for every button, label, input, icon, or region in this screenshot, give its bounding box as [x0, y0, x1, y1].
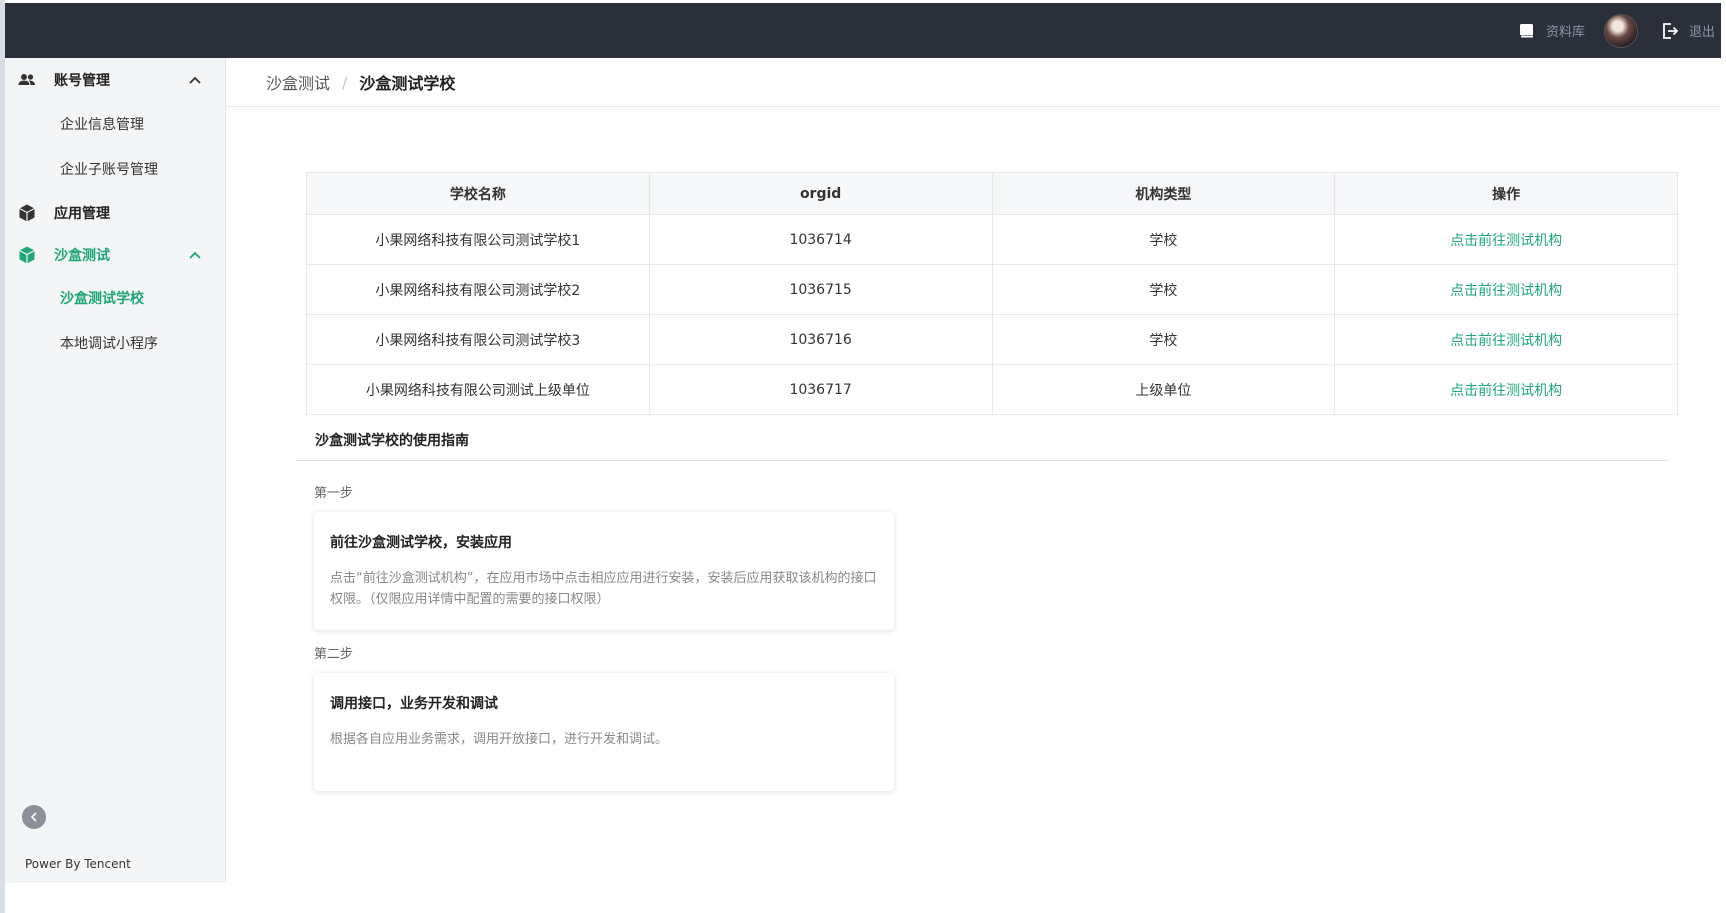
sidebar-item-sandbox-school[interactable]: 沙盒测试学校	[5, 276, 225, 320]
table-row: 小果网络科技有限公司测试学校3 1036716 学校 点击前往测试机构	[306, 314, 1678, 365]
step-card-title: 前往沙盒测试学校，安装应用	[330, 535, 512, 551]
org-type-cell: 学校	[991, 314, 1336, 365]
org-type-cell: 上级单位	[991, 364, 1336, 415]
docs-label: 资料库	[1545, 25, 1585, 40]
sidebar-item-local-debug[interactable]: 本地调试小程序	[5, 321, 225, 365]
table-header-row: 学校名称 orgid 机构类型 操作	[306, 172, 1678, 215]
sidebar-group-label: 沙盒测试	[54, 248, 110, 264]
step-card-title: 调用接口，业务开发和调试	[330, 696, 498, 712]
step-card: 调用接口，业务开发和调试 根据各自应用业务需求，调用开放接口，进行开发和调试。	[314, 673, 894, 791]
step-card: 前往沙盒测试学校，安装应用 点击“前往沙盒测试机构”，在应用市场中点击相应应用进…	[314, 512, 894, 630]
sidebar-group-sandbox[interactable]: 沙盒测试	[5, 233, 225, 277]
orgid-cell: 1036716	[648, 314, 993, 365]
sidebar-item-sub-accounts[interactable]: 企业子账号管理	[5, 147, 225, 191]
schools-table: 学校名称 orgid 机构类型 操作 小果网络科技有限公司测试学校1 10367…	[306, 172, 1678, 415]
orgid-cell: 1036714	[648, 214, 993, 265]
school-name-cell: 小果网络科技有限公司测试学校1	[306, 214, 650, 265]
chevron-up-icon	[189, 76, 201, 84]
step-label: 第一步	[314, 486, 354, 501]
collapse-sidebar-button[interactable]	[22, 805, 46, 829]
top-bar-actions: 资料库 退出	[1518, 3, 1715, 58]
chevron-left-icon	[30, 812, 37, 822]
docs-link[interactable]: 资料库	[1518, 21, 1585, 40]
sidebar-item-label: 企业子账号管理	[60, 162, 158, 178]
chevron-up-icon	[189, 251, 201, 259]
go-to-test-org-link[interactable]: 点击前往测试机构	[1334, 364, 1678, 415]
book-icon	[1519, 23, 1533, 38]
school-name-cell: 小果网络科技有限公司测试上级单位	[306, 364, 650, 415]
table-row: 小果网络科技有限公司测试学校1 1036714 学校 点击前往测试机构	[306, 214, 1678, 265]
logout-label: 退出	[1688, 25, 1715, 40]
sidebar-group-label: 账号管理	[54, 73, 110, 89]
breadcrumb-item-sandbox[interactable]: 沙盒测试	[266, 70, 330, 94]
column-header: 操作	[1334, 172, 1678, 215]
sidebar-item-label: 沙盒测试学校	[60, 291, 144, 307]
school-name-cell: 小果网络科技有限公司测试学校3	[306, 314, 650, 365]
column-header: 学校名称	[306, 172, 650, 215]
sidebar-item-company-info[interactable]: 企业信息管理	[5, 102, 225, 146]
users-icon	[18, 74, 35, 85]
column-header: 机构类型	[991, 172, 1336, 215]
sidebar-group-apps[interactable]: 应用管理	[5, 191, 225, 235]
breadcrumb: 沙盒测试 / 沙盒测试学校	[266, 58, 455, 106]
breadcrumb-separator: /	[342, 72, 348, 92]
step-label: 第二步	[314, 647, 354, 662]
cube-icon	[19, 204, 35, 222]
schools-table-container: 学校名称 orgid 机构类型 操作 小果网络科技有限公司测试学校1 10367…	[306, 172, 1678, 415]
step-card-description: 根据各自应用业务需求，调用开放接口，进行开发和调试。	[330, 732, 669, 747]
org-type-cell: 学校	[991, 264, 1336, 315]
school-name-cell: 小果网络科技有限公司测试学校2	[306, 264, 650, 315]
sidebar-item-label: 企业信息管理	[60, 117, 144, 133]
sidebar: 账号管理 企业信息管理 企业子账号管理 应用管理 沙盒测试 沙盒测试学校 本地调…	[5, 58, 226, 883]
table-row: 小果网络科技有限公司测试学校2 1036715 学校 点击前往测试机构	[306, 264, 1678, 315]
sidebar-group-label: 应用管理	[54, 206, 110, 222]
guide-title-text: 沙盒测试学校的使用指南	[315, 433, 469, 449]
go-to-test-org-link[interactable]: 点击前往测试机构	[1334, 314, 1678, 365]
window-bottom-edge	[5, 883, 1721, 913]
go-to-test-org-link[interactable]: 点击前往测试机构	[1334, 214, 1678, 265]
go-to-test-org-link[interactable]: 点击前往测试机构	[1334, 264, 1678, 315]
orgid-cell: 1036717	[648, 364, 993, 415]
cube-icon	[19, 246, 35, 264]
top-bar: 资料库 退出	[5, 3, 1721, 58]
logout-button[interactable]: 退出	[1661, 21, 1715, 40]
org-type-cell: 学校	[991, 214, 1336, 265]
user-avatar[interactable]	[1604, 14, 1637, 47]
guide-section-title: 沙盒测试学校的使用指南	[295, 428, 1669, 461]
sidebar-group-account[interactable]: 账号管理	[5, 58, 225, 102]
table-row: 小果网络科技有限公司测试上级单位 1036717 上级单位 点击前往测试机构	[306, 364, 1678, 415]
step-card-description: 点击“前往沙盒测试机构”，在应用市场中点击相应应用进行安装，安装后应用获取该机构…	[330, 571, 877, 607]
column-header: orgid	[648, 172, 993, 215]
breadcrumb-bar: 沙盒测试 / 沙盒测试学校	[226, 58, 1721, 107]
breadcrumb-item-current: 沙盒测试学校	[359, 74, 456, 93]
powered-by: Power By Tencent	[25, 857, 131, 871]
sidebar-item-label: 本地调试小程序	[60, 336, 158, 352]
orgid-cell: 1036715	[648, 264, 993, 315]
logout-icon	[1663, 22, 1679, 39]
